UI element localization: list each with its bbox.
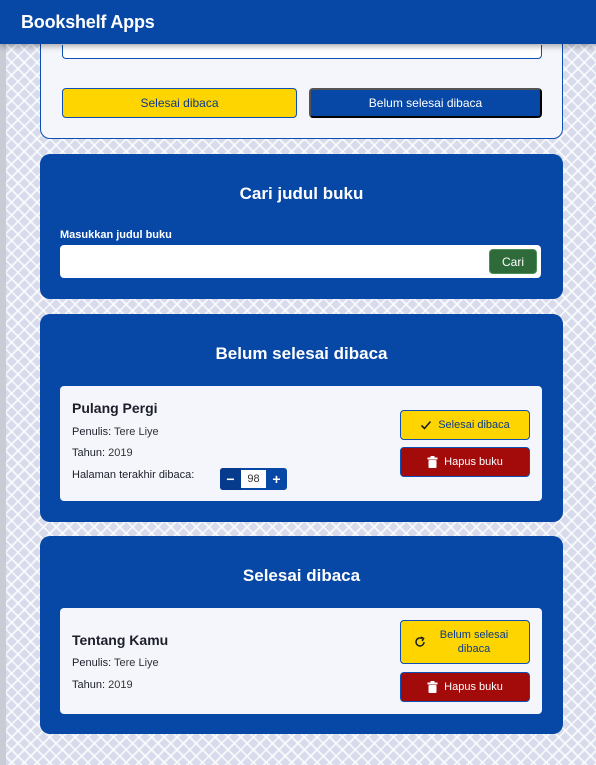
year-value: 2019 [108, 447, 133, 459]
search-button[interactable]: Cari [489, 249, 537, 274]
author-value: Tere Liye [114, 426, 159, 438]
app-header: Bookshelf Apps [0, 0, 596, 44]
delete-book-label: Hapus buku [444, 456, 503, 468]
last-page-label: Halaman terakhir dibaca: [72, 469, 195, 481]
page-stepper: − 98 + [220, 468, 287, 490]
book-title: Tentang Kamu [72, 632, 169, 648]
book-year: Tahun: 2019 [72, 679, 133, 691]
app-title: Bookshelf Apps [21, 11, 155, 32]
increment-button[interactable]: + [266, 468, 287, 490]
book-author: Penulis: Tere Liye [72, 657, 159, 669]
finished-shelf-heading: Selesai dibaca [242, 566, 361, 585]
form-input-partial[interactable] [62, 45, 542, 59]
page-value[interactable]: 98 [241, 470, 266, 488]
search-box: Cari [60, 245, 541, 278]
year-label: Tahun: [72, 679, 106, 691]
trash-icon [427, 681, 438, 693]
search-panel: Cari judul buku Masukkan judul buku Cari [40, 154, 563, 299]
unfinished-toggle-button[interactable]: Belum selesai dibaca [309, 88, 542, 118]
finished-toggle-button[interactable]: Selesai dibaca [62, 88, 297, 118]
unfinished-shelf-heading: Belum selesai dibaca [215, 344, 388, 363]
mark-finished-label: Selesai dibaca [438, 419, 510, 431]
left-scroll-rail [0, 0, 6, 765]
delete-book-label: Hapus buku [444, 681, 503, 693]
delete-book-button[interactable]: Hapus buku [400, 672, 530, 702]
search-heading: Cari judul buku [239, 184, 364, 203]
mark-finished-button[interactable]: Selesai dibaca [400, 410, 530, 440]
delete-book-button[interactable]: Hapus buku [400, 447, 530, 477]
finished-shelf: Selesai dibaca Tentang Kamu Penulis: Ter… [40, 536, 563, 734]
book-card: Pulang Pergi Penulis: Tere Liye Tahun: 2… [60, 386, 542, 501]
book-title: Pulang Pergi [72, 400, 158, 416]
refresh-icon [415, 636, 425, 647]
year-label: Tahun: [72, 447, 106, 459]
author-label: Penulis: [72, 426, 112, 438]
year-value: 2019 [108, 679, 133, 691]
author-value: Tere Liye [114, 657, 159, 669]
search-label: Masukkan judul buku [60, 229, 172, 241]
check-icon [421, 420, 432, 430]
book-author: Penulis: Tere Liye [72, 426, 159, 438]
mark-unfinished-button[interactable]: Belum selesai dibaca [400, 620, 530, 664]
trash-icon [427, 456, 438, 468]
book-year: Tahun: 2019 [72, 447, 133, 459]
author-label: Penulis: [72, 657, 112, 669]
decrement-button[interactable]: − [220, 468, 241, 490]
search-input[interactable] [60, 245, 480, 278]
mark-unfinished-label: Belum selesai dibaca [439, 629, 509, 655]
unfinished-shelf: Belum selesai dibaca Pulang Pergi Penuli… [40, 314, 563, 522]
book-card: Tentang Kamu Penulis: Tere Liye Tahun: 2… [60, 608, 542, 714]
